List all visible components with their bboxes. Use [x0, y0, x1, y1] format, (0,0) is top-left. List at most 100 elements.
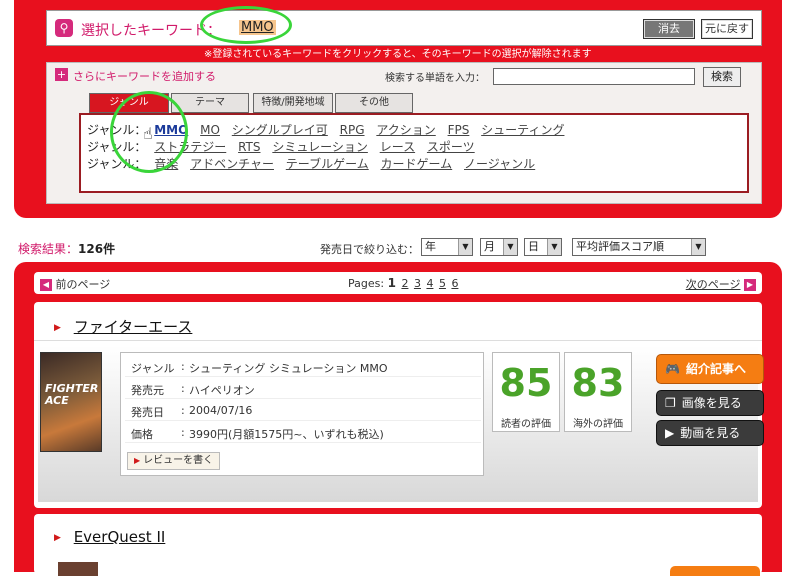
view-video-button[interactable]: ▶ 動画を見る — [656, 420, 764, 446]
genre-fps[interactable]: FPS — [448, 123, 470, 137]
item-body: FIGHTER ACE ジャンル: シューティング シミュレーション MMO 発… — [38, 346, 764, 502]
info-row-price: 価格: 3990円(月額1575円~、いずれも税込) — [125, 423, 481, 443]
sort-select[interactable]: 平均評価スコア順 ▼ — [572, 238, 706, 256]
overseas-score-caption: 海外の評価 — [573, 419, 623, 430]
hand-cursor-icon: ☝ — [143, 124, 153, 143]
search-input[interactable] — [493, 68, 695, 85]
chevron-down-icon: ▼ — [547, 239, 561, 255]
results-panel: ◀ 前のページ Pages: 1 2 3 4 5 6 次のページ ▶ ▶ ファイ… — [14, 262, 782, 576]
reader-score-caption: 読者の評価 — [501, 419, 551, 430]
item-title: ▶ ファイターエース — [54, 316, 192, 337]
month-select[interactable]: 月 ▼ — [480, 238, 518, 256]
pages-label: Pages: — [348, 277, 385, 290]
genre-rpg[interactable]: RPG — [340, 123, 365, 137]
genre-no-genre[interactable]: ノージャンル — [464, 157, 535, 171]
genre-card-game[interactable]: カードゲーム — [381, 157, 453, 171]
info-key: 発売日 — [131, 406, 164, 419]
day-select[interactable]: 日 ▼ — [524, 238, 562, 256]
year-value: 年 — [425, 240, 436, 253]
chevron-down-icon: ▼ — [691, 239, 705, 255]
tab-theme[interactable]: テーマ — [171, 93, 249, 113]
result-item: ▶ ファイターエース FIGHTER ACE ジャンル: シューティング シミュ… — [34, 302, 764, 508]
search-icon: ⚲ — [55, 19, 73, 37]
info-value: ハイペリオン — [189, 384, 255, 397]
clear-button[interactable]: 消去 — [643, 19, 695, 39]
genre-rts[interactable]: RTS — [238, 140, 260, 154]
triangle-bullet-icon: ▶ — [54, 322, 61, 333]
genre-mo[interactable]: MO — [200, 123, 220, 137]
info-value: シューティング シミュレーション MMO — [189, 362, 388, 375]
current-page: 1 — [387, 276, 396, 290]
cover-image[interactable] — [58, 562, 98, 576]
write-review-button[interactable]: ▶ レビューを書く — [127, 452, 221, 470]
add-keyword-title: さらにキーワードを追加する — [73, 70, 216, 83]
plus-icon: + — [55, 68, 68, 81]
page-link[interactable]: 3 — [414, 277, 421, 290]
info-table: ジャンル: シューティング シミュレーション MMO 発売元: ハイペリオン 発… — [120, 352, 484, 476]
info-row-genre: ジャンル: シューティング シミュレーション MMO — [125, 357, 481, 377]
divider — [34, 340, 762, 341]
info-value: 2004/07/16 — [189, 404, 253, 417]
info-row-release: 発売日: 2004/07/16 — [125, 401, 481, 421]
view-images-button[interactable]: ❐ 画像を見る — [656, 390, 764, 416]
write-review-label: レビューを書く — [143, 455, 214, 466]
article-button[interactable]: 🎮 紹介記事へ — [656, 354, 764, 384]
result-count: 検索結果：126件 — [18, 240, 115, 257]
selected-keyword-bar: ⚲ 選択したキーワード： MMO 消去 元に戻す — [46, 10, 762, 46]
tab-feature[interactable]: 特徴/開発地域 — [253, 93, 333, 113]
item-title-link[interactable]: ファイターエース — [74, 318, 193, 336]
gamepad-icon: 🎮 — [665, 362, 680, 376]
item-title-link[interactable]: EverQuest II — [74, 528, 166, 546]
page-link[interactable]: 4 — [426, 277, 433, 290]
cover-title: FIGHTER ACE — [45, 382, 99, 407]
tab-other[interactable]: その他 — [335, 93, 413, 113]
sort-value: 平均評価スコア順 — [576, 240, 664, 253]
info-sep: : — [181, 426, 185, 439]
date-filter-label: 発売日で絞り込む： — [320, 243, 419, 256]
genre-action[interactable]: アクション — [376, 123, 435, 137]
page-link[interactable]: 2 — [401, 277, 408, 290]
page-link[interactable]: 6 — [451, 277, 458, 290]
view-images-label: 画像を見る — [681, 396, 742, 410]
arrow-right-icon: ▶ — [744, 279, 756, 291]
result-count-value: 126件 — [78, 242, 116, 256]
genre-sports[interactable]: スポーツ — [427, 140, 475, 154]
triangle-bullet-icon: ▶ — [134, 456, 141, 465]
info-sep: : — [181, 382, 185, 395]
cover-image[interactable]: FIGHTER ACE — [40, 352, 102, 452]
genre-table-game[interactable]: テーブルゲーム — [286, 157, 369, 171]
chevron-down-icon: ▼ — [458, 239, 472, 255]
search-button[interactable]: 検索 — [703, 67, 741, 87]
item-title: ▶ EverQuest II — [54, 528, 165, 546]
window-icon: ❐ — [665, 396, 676, 410]
next-page-label: 次のページ — [685, 278, 741, 291]
reader-score-value: 85 — [499, 361, 553, 405]
page-link[interactable]: 5 — [439, 277, 446, 290]
next-page-link[interactable]: 次のページ ▶ — [686, 276, 756, 292]
keyword-note: ※登録されているキーワードをクリックすると、そのキーワードの選択が解除されます — [204, 49, 592, 60]
year-select[interactable]: 年 ▼ — [421, 238, 473, 256]
result-label: 検索結果： — [18, 242, 79, 256]
genre-race[interactable]: レース — [380, 140, 415, 154]
undo-button[interactable]: 元に戻す — [701, 19, 753, 39]
prev-page-link[interactable]: ◀ 前のページ — [40, 276, 110, 292]
info-row-publisher: 発売元: ハイペリオン — [125, 379, 481, 399]
genre-shooting[interactable]: シューティング — [481, 123, 564, 137]
month-value: 月 — [484, 240, 495, 253]
genre-adventure[interactable]: アドベンチャー — [190, 157, 274, 171]
info-key: ジャンル — [131, 362, 175, 375]
prev-page-label: 前のページ — [55, 278, 111, 291]
article-label: 紹介記事へ — [685, 362, 746, 376]
genre-single-play[interactable]: シングルプレイ可 — [232, 123, 328, 137]
genre-simulation[interactable]: シミュレーション — [272, 140, 368, 154]
overseas-score: 83 海外の評価 — [564, 352, 632, 432]
info-sep: : — [181, 360, 185, 373]
chevron-down-icon: ▼ — [503, 239, 517, 255]
video-camera-icon: ▶ — [665, 426, 675, 440]
view-video-label: 動画を見る — [680, 426, 741, 440]
search-label: 検索する単語を入力： — [385, 73, 485, 84]
page-numbers: Pages: 1 2 3 4 5 6 — [348, 276, 458, 290]
info-key: 価格 — [131, 428, 153, 441]
arrow-left-icon: ◀ — [40, 279, 52, 291]
result-item: ▶ EverQuest II — [34, 514, 762, 576]
